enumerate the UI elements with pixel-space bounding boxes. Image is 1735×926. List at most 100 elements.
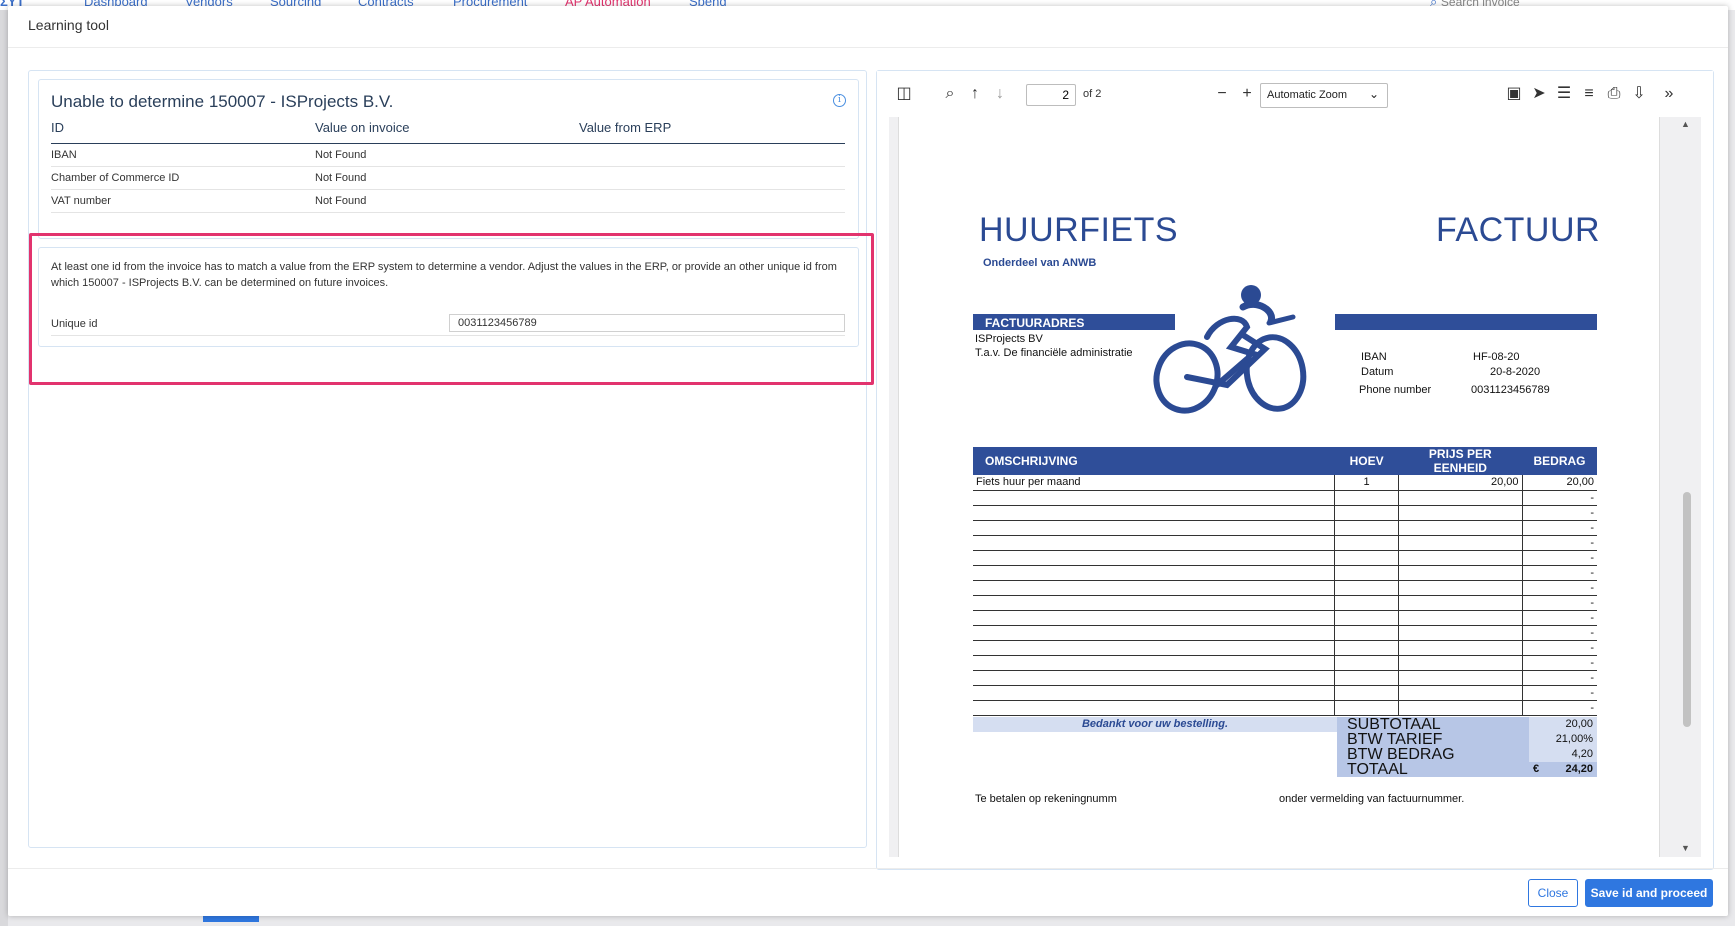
line-item-row: Fiets huur per maand 1 20,00 20,00: [973, 475, 1597, 491]
line-item-quantity: [1334, 535, 1399, 551]
payment-note-right: onder vermelding van factuurnummer.: [1279, 793, 1465, 805]
line-item-row: -: [973, 490, 1597, 506]
line-item-quantity: 1: [1334, 475, 1399, 491]
line-item-row: -: [973, 550, 1597, 566]
scroll-up-icon[interactable]: ▲: [1681, 119, 1690, 129]
zoom-in-icon[interactable]: +: [1237, 84, 1257, 104]
line-item-quantity: [1334, 550, 1399, 566]
thanks-note: Bedankt voor uw bestelling.: [973, 717, 1337, 732]
line-item-quantity: [1334, 700, 1399, 716]
line-item-row: -: [973, 685, 1597, 701]
line-item-price: [1398, 595, 1523, 611]
line-item-amount: -: [1521, 700, 1597, 716]
payment-note-left: Te betalen op rekeningnumm: [975, 793, 1117, 805]
line-item-quantity: [1334, 640, 1399, 656]
search-icon[interactable]: ⌕: [940, 84, 960, 104]
line-item-description: [973, 655, 1335, 671]
line-items-body: Fiets huur per maand 1 20,00 20,00- - - - - - - - -…: [973, 475, 1597, 716]
chevron-down-icon: ⌄: [1368, 87, 1379, 101]
line-item-quantity: [1334, 580, 1399, 596]
print-icon[interactable]: ⎙: [1604, 84, 1624, 104]
line-item-quantity: [1334, 670, 1399, 686]
line-item-amount: -: [1521, 640, 1597, 656]
header-band: [1335, 314, 1597, 330]
meta-key: Phone number: [1359, 384, 1432, 396]
line-item-quantity: [1334, 490, 1399, 506]
line-item-price: [1398, 550, 1523, 566]
column-unit-price: PRIJS PER EENHEID: [1398, 447, 1523, 475]
id-table: ID Value on invoice Value from ERP IBAN …: [51, 120, 845, 213]
scroll-thumb[interactable]: [1683, 492, 1691, 727]
total-label: SUBTOTAAL: [1337, 717, 1529, 733]
line-item-amount: -: [1521, 580, 1597, 596]
column-description: OMSCHRIJVING: [973, 447, 1335, 475]
line-item-amount: -: [1521, 565, 1597, 581]
line-item-quantity: [1334, 655, 1399, 671]
row-id: Chamber of Commerce ID: [51, 172, 180, 184]
line-item-amount: -: [1521, 670, 1597, 686]
line-item-row: -: [973, 565, 1597, 581]
zoom-out-icon[interactable]: −: [1212, 84, 1232, 104]
vendor-card-title: Unable to determine 150007 - ISProjects …: [51, 92, 394, 111]
row-invoice-value: Not Found: [315, 149, 367, 161]
total-label: BTW TARIEF: [1337, 732, 1529, 748]
pdf-viewport[interactable]: HUURFIETS FACTUUR Onderdeel van ANWB FAC…: [889, 117, 1701, 857]
scroll-down-icon[interactable]: ▼: [1681, 843, 1690, 853]
line-item-amount: -: [1521, 490, 1597, 506]
zoom-select[interactable]: Automatic Zoom ⌄: [1260, 83, 1388, 108]
line-item-row: -: [973, 610, 1597, 626]
modal-title: Learning tool: [28, 17, 109, 33]
background-sidebar: [0, 10, 8, 926]
modal-header: Learning tool: [8, 6, 1728, 48]
layers-icon[interactable]: ☰: [1554, 84, 1574, 104]
line-item-amount: -: [1521, 550, 1597, 566]
info-icon[interactable]: i: [833, 94, 846, 107]
pdf-toolbar: ◫ ⌕ ↑ ↓ of 2 − + Automatic Zoom ⌄ ▣ ➤ ☰ …: [877, 71, 1713, 117]
close-button[interactable]: Close: [1528, 879, 1578, 907]
line-item-amount: -: [1521, 520, 1597, 536]
modal-footer: Close Save id and proceed: [8, 868, 1728, 916]
save-id-and-proceed-button[interactable]: Save id and proceed: [1585, 879, 1713, 907]
line-item-amount: -: [1521, 610, 1597, 626]
grand-total-value: 24,20: [1565, 763, 1593, 775]
line-item-price: [1398, 670, 1523, 686]
currency-symbol: €: [1533, 763, 1540, 775]
line-item-description: [973, 640, 1335, 656]
total-value: 21,00%: [1529, 732, 1597, 747]
pdf-scrollbar[interactable]: ▲ ▼: [1681, 117, 1693, 857]
invoice-sub-brand: Onderdeel van ANWB: [983, 257, 1097, 269]
arrow-down-icon[interactable]: ↓: [990, 84, 1010, 104]
line-item-price: [1398, 535, 1523, 551]
page-number-input[interactable]: [1026, 84, 1076, 106]
line-item-price: [1398, 580, 1523, 596]
tools-menu-icon[interactable]: »: [1659, 84, 1679, 104]
line-item-row: -: [973, 655, 1597, 671]
sidebar-toggle-icon[interactable]: ◫: [894, 84, 914, 104]
meta-key: Datum: [1361, 366, 1394, 378]
list-icon[interactable]: ≡: [1579, 84, 1599, 104]
id-table-header: ID Value on invoice Value from ERP: [51, 120, 845, 144]
line-item-amount: 20,00: [1521, 475, 1597, 491]
unique-id-input[interactable]: [449, 314, 845, 332]
download-icon[interactable]: ⇩: [1629, 84, 1649, 104]
line-item-description: [973, 580, 1335, 596]
line-item-description: [973, 700, 1335, 716]
line-item-price: [1398, 685, 1523, 701]
meta-key: IBAN: [1361, 351, 1387, 363]
row-id: VAT number: [51, 195, 111, 207]
address-line-1: ISProjects BV: [975, 333, 1043, 345]
cursor-icon[interactable]: ➤: [1529, 84, 1549, 104]
unique-id-label: Unique id: [51, 318, 98, 330]
arrow-up-icon[interactable]: ↑: [965, 84, 985, 104]
line-item-price: [1398, 565, 1523, 581]
page-count: of 2: [1083, 88, 1102, 100]
column-quantity: HOEV: [1334, 447, 1399, 475]
line-items-table: OMSCHRIJVING HOEV PRIJS PER EENHEID BEDR…: [973, 447, 1597, 716]
presentation-icon[interactable]: ▣: [1504, 84, 1524, 104]
vendor-card: Unable to determine 150007 - ISProjects …: [38, 79, 859, 239]
row-invoice-value: Not Found: [315, 172, 367, 184]
line-item-price: [1398, 490, 1523, 506]
line-item-description: [973, 520, 1335, 536]
row-invoice-value: Not Found: [315, 195, 367, 207]
unique-id-card: At least one id from the invoice has to …: [38, 247, 859, 347]
